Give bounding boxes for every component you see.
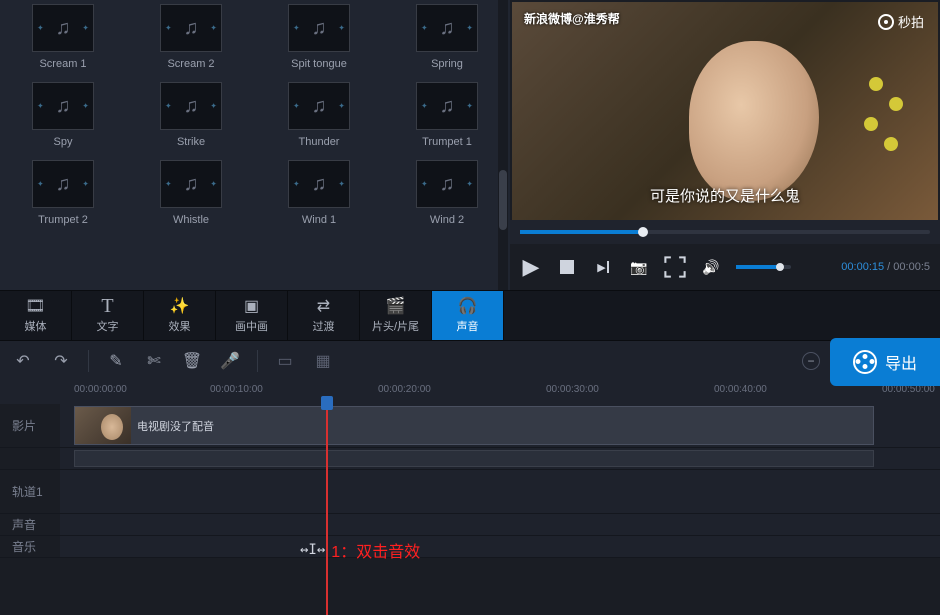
music-note-icon: ♫: [440, 17, 455, 40]
undo-button[interactable]: ↶: [12, 350, 34, 372]
media-item[interactable]: ♫Trumpet 1: [398, 82, 496, 148]
reel-icon: [853, 350, 877, 374]
media-scrollbar[interactable]: [498, 0, 508, 290]
export-button[interactable]: 导出: [830, 338, 940, 386]
music-note-icon: ♫: [56, 17, 71, 40]
tab-sound[interactable]: 🎧声音: [432, 291, 504, 340]
clip-thumbnail: [75, 407, 131, 444]
track-music[interactable]: 音乐: [0, 536, 940, 558]
timeline-ruler[interactable]: 00:00:00:00 00:00:10:00 00:00:20:00 00:0…: [0, 380, 940, 404]
preview-video[interactable]: 新浪微博@淮秀帮 秒拍 可是你说的又是什么鬼: [512, 2, 938, 220]
media-item[interactable]: ♫Spy: [14, 82, 112, 148]
voiceover-button[interactable]: 🎤: [219, 350, 241, 372]
music-note-icon: ♫: [312, 95, 327, 118]
media-item[interactable]: ♫Trumpet 2: [14, 160, 112, 226]
volume-button[interactable]: [700, 256, 722, 278]
text-icon: T: [101, 297, 113, 315]
music-note-icon: ♫: [312, 17, 327, 40]
edit-clip-button[interactable]: ✎: [105, 350, 127, 372]
delete-button[interactable]: 🗑: [181, 350, 203, 372]
playhead[interactable]: [326, 398, 328, 615]
tab-titles[interactable]: 🎬片头/片尾: [360, 291, 432, 340]
tab-text[interactable]: T文字: [72, 291, 144, 340]
volume-slider[interactable]: [736, 265, 791, 269]
music-note-icon: ♫: [184, 95, 199, 118]
watermark-right: 秒拍: [878, 12, 924, 31]
media-item[interactable]: ♫Spit tongue: [270, 4, 368, 70]
media-item[interactable]: ♫Wind 2: [398, 160, 496, 226]
media-item[interactable]: ♫Scream 2: [142, 4, 240, 70]
tab-media[interactable]: 🎞媒体: [0, 291, 72, 340]
tab-effects[interactable]: ✨效果: [144, 291, 216, 340]
headphones-icon: 🎧: [458, 297, 478, 315]
film-icon: 🎞: [25, 297, 45, 315]
scrub-bar[interactable]: [510, 220, 940, 244]
music-note-icon: ♫: [56, 95, 71, 118]
music-note-icon: ♫: [56, 173, 71, 196]
tab-transition[interactable]: ⇄过渡: [288, 291, 360, 340]
time-display: 00:00:15 / 00:00:5: [841, 261, 930, 273]
timeline: 00:00:00:00 00:00:10:00 00:00:20:00 00:0…: [0, 380, 940, 558]
music-note-icon: ♫: [184, 17, 199, 40]
track-video[interactable]: 影片 电视剧没了配音: [0, 404, 940, 448]
music-note-icon: ♫: [440, 173, 455, 196]
transition-icon: ⇄: [317, 297, 330, 315]
insert-cursor-icon: ↔I↔: [300, 542, 325, 558]
track-video-strip[interactable]: [0, 448, 940, 470]
cut-button[interactable]: ✄: [143, 350, 165, 372]
annotation-label: ↔I↔ 1：双击音效: [300, 538, 420, 562]
redo-button[interactable]: ↷: [50, 350, 72, 372]
toolbar-tabs: 🎞媒体 T文字 ✨效果 ▣画中画 ⇄过渡 🎬片头/片尾 🎧声音: [0, 290, 940, 340]
stop-button[interactable]: [556, 256, 578, 278]
watermark-left: 新浪微博@淮秀帮: [524, 10, 620, 27]
scrub-handle[interactable]: [638, 227, 648, 237]
media-item[interactable]: ♫Thunder: [270, 82, 368, 148]
music-note-icon: ♫: [440, 95, 455, 118]
media-item[interactable]: ♫Strike: [142, 82, 240, 148]
media-item[interactable]: ♫Spring: [398, 4, 496, 70]
playback-controls: ▶ 00:00:15 / 00:00:5: [510, 244, 940, 290]
crop-button[interactable]: ▭: [274, 350, 296, 372]
edit-toolbar: ↶ ↷ ✎ ✄ 🗑 🎤 ▭ ▦ − +: [0, 340, 940, 380]
clapper-icon: 🎬: [386, 297, 406, 315]
track-sound[interactable]: 声音: [0, 514, 940, 536]
pip-icon: ▣: [244, 297, 259, 315]
media-item[interactable]: ♫Scream 1: [14, 4, 112, 70]
snapshot-button[interactable]: [628, 256, 650, 278]
fullscreen-button[interactable]: [664, 256, 686, 278]
tab-pip[interactable]: ▣画中画: [216, 291, 288, 340]
wand-icon: ✨: [170, 297, 190, 315]
video-subtitle: 可是你说的又是什么鬼: [650, 185, 800, 206]
media-item[interactable]: ♫Wind 1: [270, 160, 368, 226]
music-note-icon: ♫: [312, 173, 327, 196]
step-forward-button[interactable]: [592, 256, 614, 278]
preview-panel: 新浪微博@淮秀帮 秒拍 可是你说的又是什么鬼 ▶ 00:00:15 / 00:0…: [510, 0, 940, 290]
media-item[interactable]: ♫Whistle: [142, 160, 240, 226]
track-1[interactable]: 轨道1: [0, 470, 940, 514]
video-clip[interactable]: 电视剧没了配音: [74, 406, 874, 445]
mosaic-button[interactable]: ▦: [312, 350, 334, 372]
zoom-out-button[interactable]: −: [802, 352, 820, 370]
target-icon: [878, 14, 894, 30]
media-library-panel: ♫Scream 1 ♫Scream 2 ♫Spit tongue ♫Spring…: [0, 0, 510, 290]
music-note-icon: ♫: [184, 173, 199, 196]
play-button[interactable]: ▶: [520, 256, 542, 278]
